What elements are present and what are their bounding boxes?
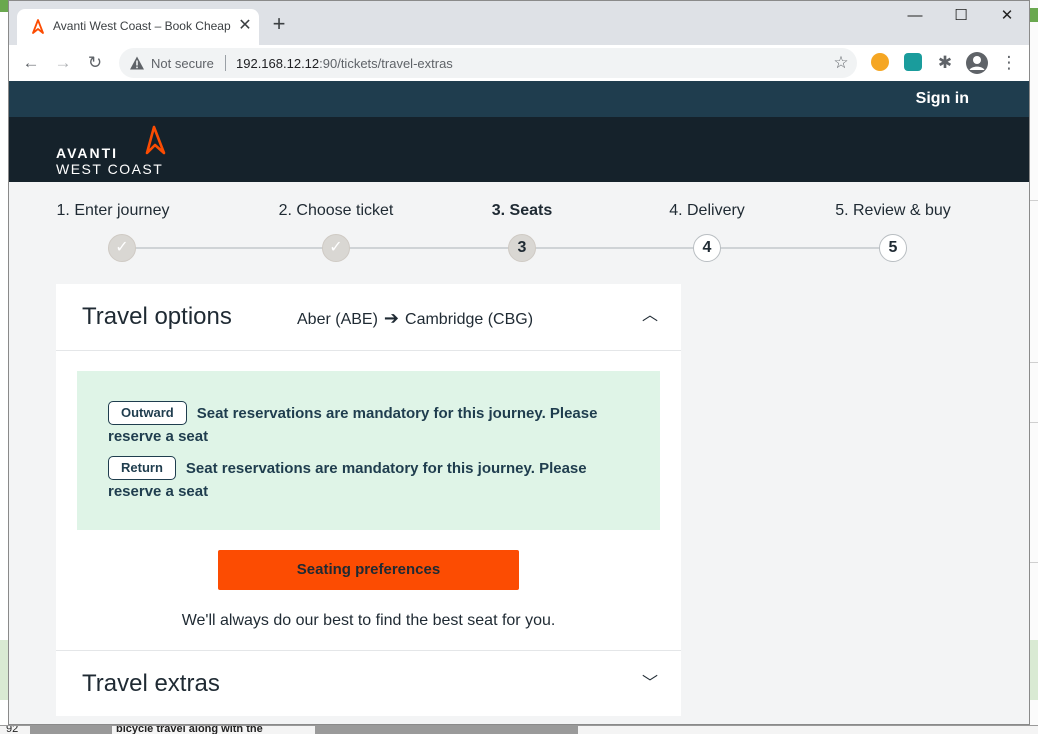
expand-chevron-icon[interactable]: ﹀ <box>640 674 660 694</box>
avanti-favicon-icon <box>32 19 44 34</box>
security-label[interactable]: Not secure <box>151 56 214 71</box>
extensions-puzzle-icon[interactable]: ✱ <box>933 51 957 75</box>
background-green-cell <box>0 640 8 700</box>
new-tab-icon[interactable]: + <box>267 13 291 37</box>
seat-hint-text: We'll always do our best to find the bes… <box>181 612 556 629</box>
step-label-enter-journey: 1. Enter journey <box>56 202 170 219</box>
outward-badge: Outward <box>108 401 187 425</box>
site-topbar: Sign in <box>9 81 1029 117</box>
window-close-icon[interactable]: ✕ <box>985 5 1029 29</box>
return-badge: Return <box>108 456 176 480</box>
site-header: AVANTI WEST COAST <box>9 117 1029 182</box>
travel-options-card: Travel options Aber (ABE) ➔ Cambridge (CBG… <box>56 284 681 716</box>
step-3-marker: 3 <box>508 234 536 262</box>
browser-toolbar: ← → ↻ Not secure 192.168.12.12:90/ticket… <box>9 45 1029 82</box>
page-content: 1. Enter journey 2. Choose ticket 3. Sea… <box>9 182 1029 724</box>
browser-menu-icon[interactable]: ⋮ <box>997 51 1021 75</box>
logo-text-line2: WEST COAST <box>56 161 164 177</box>
tab-title: Avanti West Coast – Book Cheap <box>53 19 231 33</box>
route-arrow-icon: ➔ <box>383 308 400 328</box>
back-icon[interactable]: ← <box>19 51 43 75</box>
step-5-marker: 5 <box>879 234 907 262</box>
logo-text-line1: AVANTI <box>56 145 119 161</box>
background-gridline <box>1030 200 1038 201</box>
warning-icon <box>130 56 144 70</box>
travel-extras-title[interactable]: Travel extras <box>82 670 220 698</box>
travel-options-title: Travel options <box>82 303 232 330</box>
step-label-review-buy: 5. Review & buy <box>835 202 951 219</box>
step-label-delivery: 4. Delivery <box>669 202 745 219</box>
seat-reservation-notice: Outward Seat reservations are mandatory f… <box>77 371 660 530</box>
avanti-logo-mark-icon <box>145 125 166 155</box>
step-1-check-icon[interactable]: ✓ <box>108 234 136 262</box>
browser-tab[interactable]: Avanti West Coast – Book Cheap ✕ <box>17 9 259 45</box>
address-separator <box>225 55 226 71</box>
notice-return: Return Seat reservations are mandatory fo… <box>108 456 628 503</box>
extension-app-icon[interactable] <box>904 53 922 71</box>
route-origin: Aber (ABE) <box>297 311 378 328</box>
address-bar[interactable]: Not secure 192.168.12.12:90/tickets/trav… <box>119 48 857 78</box>
background-gridline <box>1030 362 1038 363</box>
url-host: 192.168.12.12 <box>236 56 320 71</box>
step-4-marker: 4 <box>693 234 721 262</box>
background-window-edge <box>1030 0 1038 733</box>
bookmark-star-icon[interactable]: ☆ <box>831 53 851 73</box>
background-gridline <box>1030 422 1038 423</box>
journey-route: Aber (ABE) ➔ Cambridge (CBG) <box>297 308 533 329</box>
tab-strip: Avanti West Coast – Book Cheap ✕ + — ☐ ✕ <box>9 1 1029 45</box>
url-path: :90/tickets/travel-extras <box>319 56 453 71</box>
maximize-icon[interactable]: ☐ <box>939 5 983 29</box>
route-destination: Cambridge (CBG) <box>405 311 534 328</box>
return-message: Seat reservations are mandatory for this… <box>108 460 587 500</box>
avanti-logo[interactable]: AVANTI WEST COAST <box>56 125 186 177</box>
travel-options-header[interactable]: Travel options Aber (ABE) ➔ Cambridge (CBG… <box>56 284 681 351</box>
forward-icon[interactable]: → <box>51 51 75 75</box>
reload-icon[interactable]: ↻ <box>83 51 107 75</box>
background-green-cell <box>1030 8 1038 22</box>
step-label-choose-ticket: 2. Choose ticket <box>278 202 394 219</box>
browser-window: Avanti West Coast – Book Cheap ✕ + — ☐ ✕… <box>8 0 1030 725</box>
step-label-seats: 3. Seats <box>491 202 553 219</box>
background-gridline <box>1030 562 1038 563</box>
url-text[interactable]: 192.168.12.12:90/tickets/travel-extras <box>236 56 453 71</box>
section-divider <box>56 650 681 651</box>
background-green-cell <box>0 0 8 12</box>
collapse-chevron-icon[interactable]: ︿ <box>640 306 660 326</box>
sign-in-link[interactable]: Sign in <box>916 90 969 108</box>
tab-close-icon[interactable]: ✕ <box>237 17 253 35</box>
background-green-cell <box>1030 640 1038 700</box>
seating-preferences-button[interactable]: Seating preferences <box>218 550 519 590</box>
extension-gauge-icon[interactable] <box>871 53 889 71</box>
notice-outward: Outward Seat reservations are mandatory f… <box>108 401 628 448</box>
step-2-check-icon[interactable]: ✓ <box>322 234 350 262</box>
profile-avatar-icon[interactable] <box>965 51 989 75</box>
minimize-icon[interactable]: — <box>893 5 937 29</box>
